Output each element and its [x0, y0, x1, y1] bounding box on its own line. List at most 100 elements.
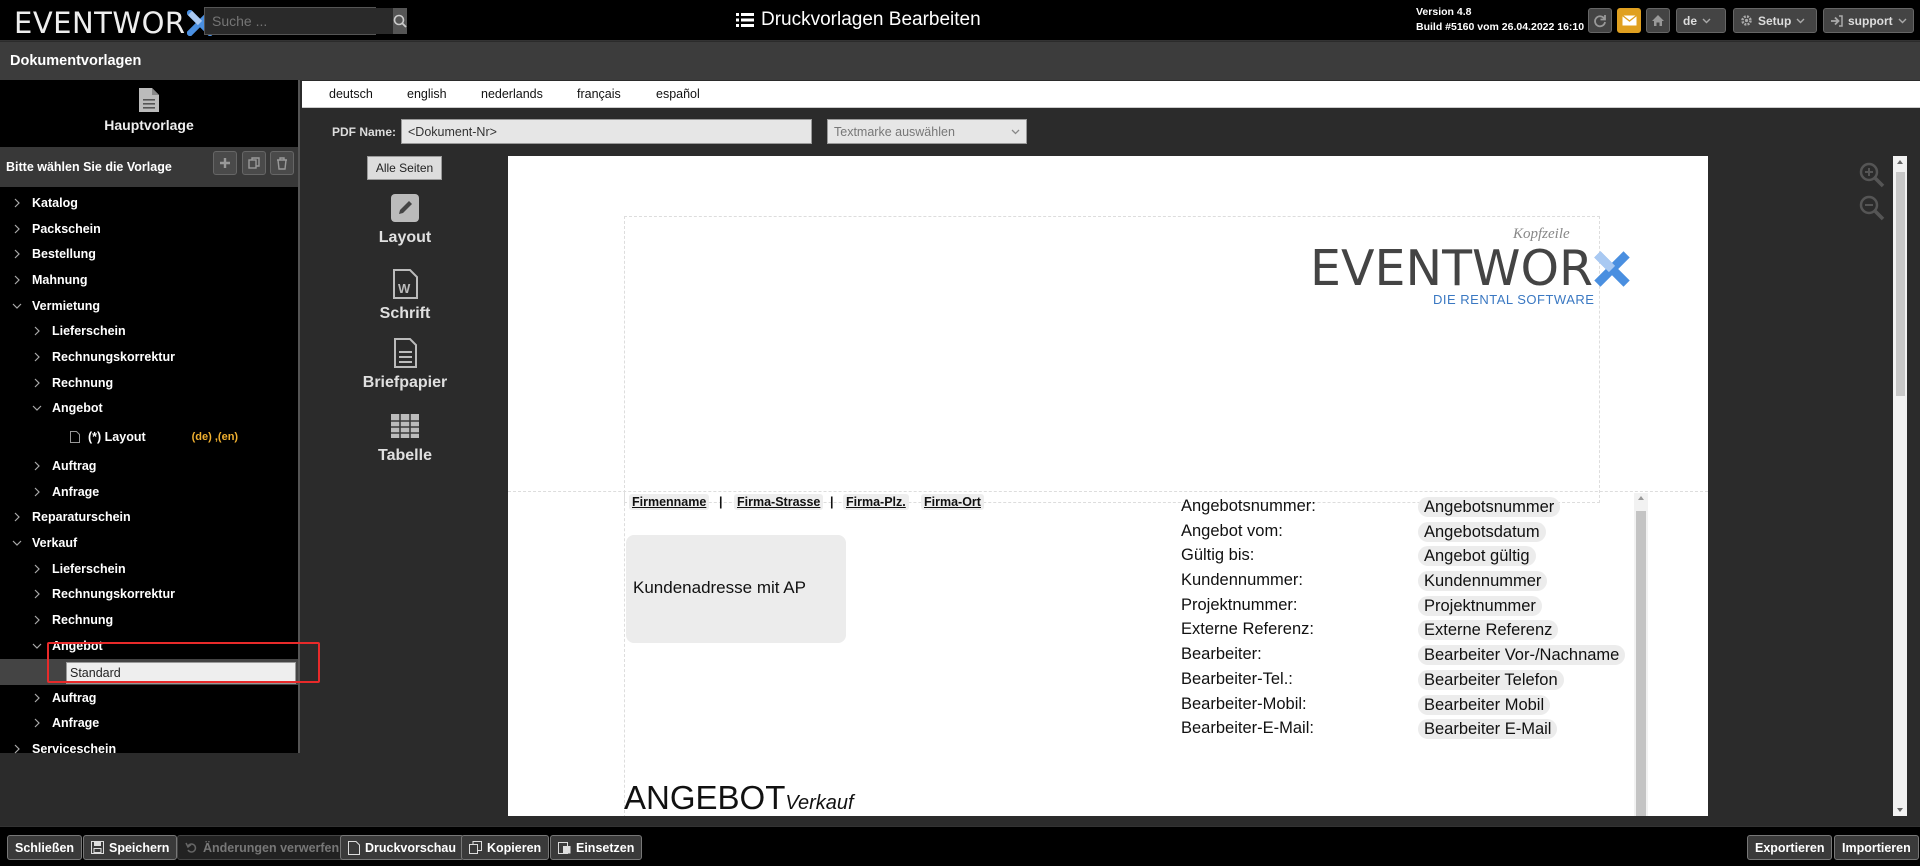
section-header: Dokumentvorlagen: [0, 42, 1920, 80]
setup-menu[interactable]: Setup: [1733, 8, 1817, 33]
document-icon: [348, 840, 360, 855]
tree-item-verkauf-auftrag[interactable]: Auftrag: [0, 685, 298, 711]
print-preview-button[interactable]: Druckvorschau: [340, 835, 465, 860]
body-scrollbar[interactable]: [1634, 493, 1648, 816]
home-button[interactable]: [1646, 8, 1670, 33]
main-template-button[interactable]: Hauptvorlage: [0, 80, 298, 144]
table-tool[interactable]: Tabelle: [349, 411, 461, 465]
font-tool[interactable]: W Schrift: [349, 269, 461, 323]
field-value[interactable]: Projektnummer: [1418, 596, 1542, 616]
chevron-right-icon: [34, 352, 40, 362]
zoom-in-icon[interactable]: [1858, 161, 1886, 189]
pdf-name-label: PDF Name:: [332, 125, 397, 139]
field-value[interactable]: Angebotsnummer: [1418, 497, 1561, 517]
print-preview-label: Druckvorschau: [365, 840, 457, 855]
save-button[interactable]: Speichern: [83, 835, 178, 860]
document-canvas[interactable]: Kopfzeile EVENTWOR DIE RENTAL SOFTWARE F…: [508, 156, 1708, 816]
tab-english[interactable]: english: [407, 87, 447, 101]
paste-button[interactable]: Einsetzen: [550, 835, 643, 860]
language-tags: (de) ,(en): [191, 431, 239, 444]
field-value[interactable]: Bearbeiter E-Mail: [1418, 719, 1558, 739]
template-sidebar: Hauptvorlage Bitte wählen Sie die Vorlag…: [0, 80, 300, 756]
tree-item-packschein[interactable]: Packschein: [0, 216, 298, 242]
discard-changes-button[interactable]: Änderungen verwerfen: [177, 835, 348, 860]
tree-item-label: Auftrag: [52, 459, 97, 474]
language-select[interactable]: de: [1676, 8, 1726, 33]
search-button[interactable]: [393, 8, 407, 34]
zoom-out-icon[interactable]: [1858, 194, 1886, 222]
field-value[interactable]: Angebotsdatum: [1418, 522, 1546, 542]
document-subtitle: Verkauf: [785, 792, 854, 814]
version-info: Version 4.8 Build #5160 vom 26.04.2022 1…: [1416, 5, 1584, 35]
sender-field[interactable]: Firma-Plz.: [843, 494, 909, 510]
tree-item-reparaturschein[interactable]: Reparaturschein: [0, 505, 298, 531]
field-value[interactable]: Angebot gültig: [1418, 546, 1536, 566]
tab-espanol[interactable]: español: [656, 87, 700, 101]
tree-item-label: Rechnungskorrektur: [52, 587, 175, 602]
tree-item-verkauf-lieferschein[interactable]: Lieferschein: [0, 556, 298, 582]
tree-item-serviceschein[interactable]: Serviceschein: [0, 736, 298, 762]
close-button[interactable]: Schließen: [7, 835, 83, 860]
tree-item-label: Mahnung: [32, 272, 88, 287]
tree-item-vermietung-lieferschein[interactable]: Lieferschein: [0, 318, 298, 344]
tree-item-verkauf-rechnungskorrektur[interactable]: Rechnungskorrektur: [0, 582, 298, 608]
field-label: Externe Referenz:: [1181, 620, 1314, 638]
tree-item-verkauf[interactable]: Verkauf: [0, 530, 298, 556]
plus-icon: [220, 158, 230, 168]
document-scrollbar[interactable]: [1893, 156, 1907, 816]
tree-item-verkauf-angebot[interactable]: Angebot: [0, 633, 298, 659]
export-button[interactable]: Exportieren: [1747, 835, 1833, 860]
main-template-label: Hauptvorlage: [104, 117, 194, 133]
tree-item-mahnung[interactable]: Mahnung: [0, 267, 298, 293]
copy-button[interactable]: Kopieren: [461, 835, 550, 860]
field-value[interactable]: Externe Referenz: [1418, 620, 1559, 640]
tree-item-katalog[interactable]: Katalog: [0, 190, 298, 216]
tab-nederlands[interactable]: nederlands: [481, 87, 543, 101]
refresh-button[interactable]: [1588, 8, 1612, 33]
chevron-down-icon: [32, 643, 42, 649]
field-value[interactable]: Bearbeiter Vor-/Nachname: [1418, 645, 1626, 665]
tree-item-vermietung-auftrag[interactable]: Auftrag: [0, 453, 298, 479]
tree-item-vermietung-anfrage[interactable]: Anfrage: [0, 479, 298, 505]
field-value[interactable]: Bearbeiter Telefon: [1418, 670, 1564, 690]
document-scrollbar-thumb[interactable]: [1896, 172, 1905, 396]
tree-item-vermietung-angebot[interactable]: Angebot: [0, 396, 298, 422]
layout-tool[interactable]: Layout: [349, 193, 461, 247]
field-value[interactable]: Kundennummer: [1418, 571, 1548, 591]
tab-francais[interactable]: français: [577, 87, 621, 101]
tree-item-bestellung[interactable]: Bestellung: [0, 241, 298, 267]
tab-deutsch[interactable]: deutsch: [329, 87, 373, 101]
sender-field[interactable]: Firma-Strasse: [734, 494, 824, 510]
tree-item-vermietung-rechnung[interactable]: Rechnung: [0, 370, 298, 396]
all-pages-button[interactable]: Alle Seiten: [367, 156, 442, 180]
tree-item-verkauf-rechnung[interactable]: Rechnung: [0, 607, 298, 633]
copy-template-button[interactable]: [242, 151, 266, 175]
field-value[interactable]: Bearbeiter Mobil: [1418, 695, 1551, 715]
import-button[interactable]: Importieren: [1834, 835, 1919, 860]
search-icon: [393, 14, 407, 28]
messages-button[interactable]: [1617, 8, 1641, 33]
search-input[interactable]: [205, 8, 393, 34]
user-menu[interactable]: support: [1823, 8, 1914, 33]
sender-field[interactable]: Firma-Ort: [921, 494, 984, 510]
chevron-right-icon: [34, 326, 40, 336]
template-name-input[interactable]: [66, 661, 296, 684]
letterhead-tool[interactable]: Briefpapier: [349, 338, 461, 392]
chevron-right-icon: [34, 461, 40, 471]
tree-item-layout[interactable]: (*) Layout (de) ,(en): [0, 421, 298, 453]
textmark-select[interactable]: Textmarke auswählen: [827, 119, 1027, 144]
sender-field[interactable]: Firmenname: [629, 494, 710, 510]
tree-item-vermietung[interactable]: Vermietung: [0, 293, 298, 319]
chevron-right-icon: [14, 249, 20, 259]
add-template-button[interactable]: [213, 151, 237, 175]
tree-item-verkauf-anfrage[interactable]: Anfrage: [0, 710, 298, 736]
delete-template-button[interactable]: [270, 151, 294, 175]
customer-address-box[interactable]: Kundenadresse mit AP: [626, 535, 846, 643]
logout-icon: [1831, 14, 1843, 27]
home-icon: [1652, 15, 1664, 26]
tree-item-vermietung-rechnungskorrektur[interactable]: Rechnungskorrektur: [0, 344, 298, 370]
pdf-name-input[interactable]: [401, 119, 812, 144]
body-scrollbar-thumb[interactable]: [1636, 511, 1646, 816]
tree-item-editing: [0, 658, 298, 685]
app-logo[interactable]: EVENTWOR: [14, 6, 213, 40]
